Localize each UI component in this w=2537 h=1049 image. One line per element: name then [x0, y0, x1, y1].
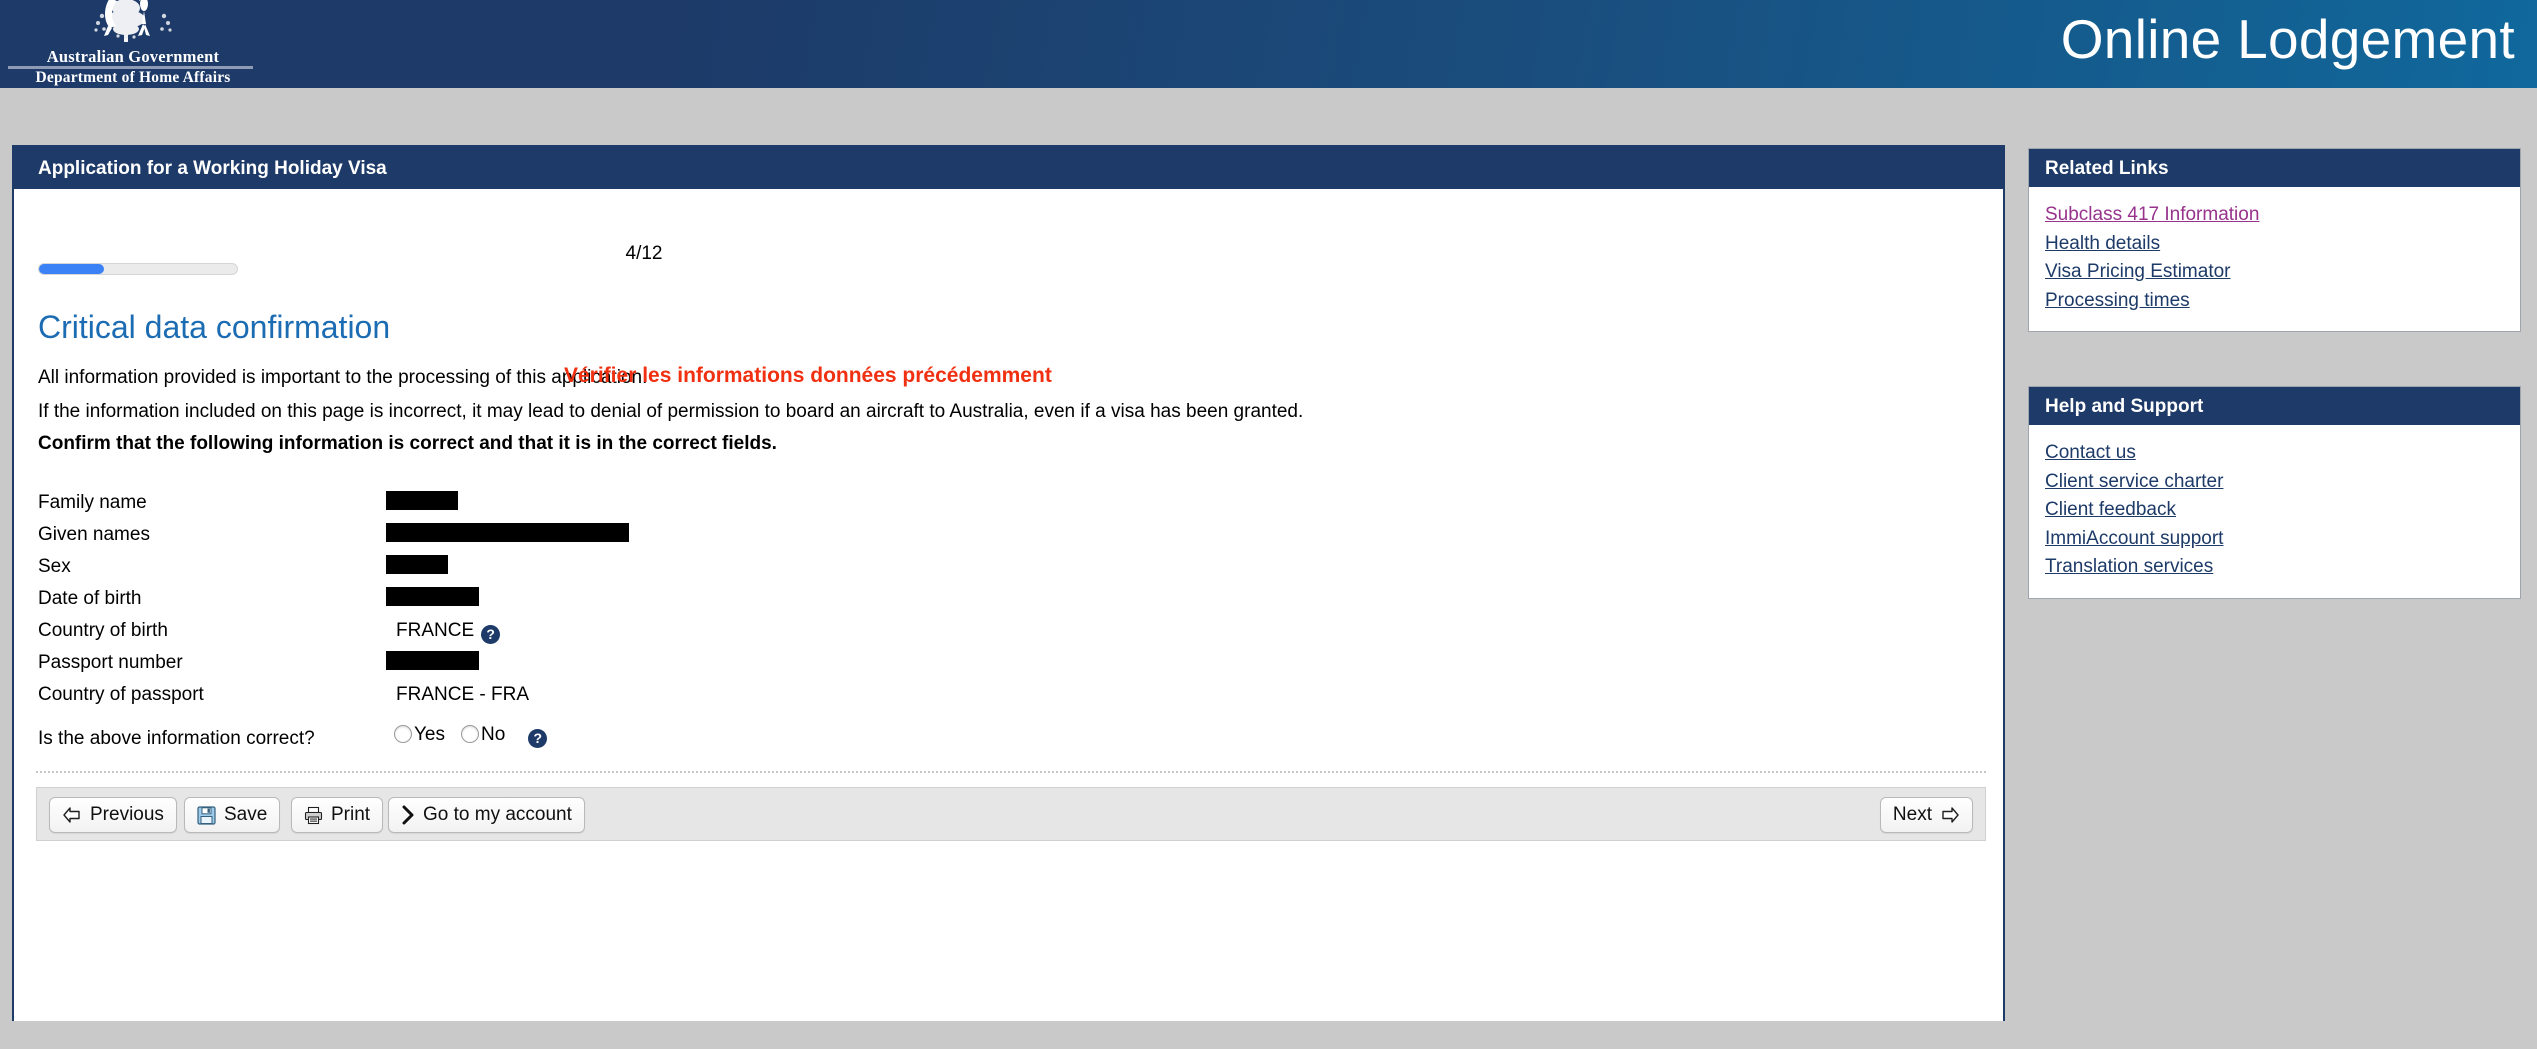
australian-government-crest: Australian Government Department of Home…: [0, 0, 265, 88]
field-label: Passport number: [38, 652, 183, 673]
sidebar-link-client-service-charter[interactable]: Client service charter: [2045, 468, 2223, 497]
field-label: Date of birth: [38, 588, 142, 609]
field-label: Sex: [38, 556, 71, 577]
online-lodgement-title: Online Lodgement: [2060, 8, 2515, 70]
help-icon-confirm-question[interactable]: ?: [528, 729, 548, 748]
progress-bar: [38, 263, 238, 275]
field-value: FRANCE - FRA: [396, 684, 529, 706]
redacted-value-bar: [386, 651, 479, 670]
progress-bar-fill: [39, 264, 105, 274]
print-button-label: Print: [331, 804, 371, 825]
warning-text: If the information included on this page…: [38, 401, 1304, 422]
field-label: Country of passport: [38, 684, 204, 705]
sidebar-link-immiaccount-support[interactable]: ImmiAccount support: [2045, 525, 2223, 554]
panel-title-bar: Application for a Working Holiday Visa: [14, 147, 2003, 189]
form-toolbar: Previous Save Print Go to my account Nex…: [36, 787, 1986, 841]
page-counter: 4/12: [625, 243, 663, 264]
save-button-label: Save: [224, 804, 268, 825]
crest-line-department: Department of Home Affairs: [35, 69, 231, 86]
radio-no-label: No: [481, 724, 506, 745]
help-and-support-title: Help and Support: [2045, 396, 2204, 417]
previous-button[interactable]: Previous: [49, 797, 177, 833]
field-value: FRANCE?: [396, 620, 501, 644]
related-links-header: Related Links: [2029, 149, 2520, 187]
intro-text: All information provided is important to…: [38, 367, 648, 388]
sidebar-link-subclass-417-information[interactable]: Subclass 417 Information: [2045, 201, 2259, 230]
field-label: Given names: [38, 524, 150, 545]
sidebar-link-translation-services[interactable]: Translation services: [2045, 553, 2213, 582]
sidebar-link-processing-times[interactable]: Processing times: [2045, 287, 2190, 316]
field-row: Passport number: [14, 649, 2003, 681]
panel-title: Application for a Working Holiday Visa: [38, 158, 387, 179]
redacted-value-bar: [386, 555, 448, 574]
sidebar-link-visa-pricing-estimator[interactable]: Visa Pricing Estimator: [2045, 258, 2231, 287]
confirm-radio-group[interactable]: Yes No?: [394, 724, 548, 748]
print-button[interactable]: Print: [291, 797, 384, 833]
application-panel: Application for a Working Holiday Visa 4…: [12, 145, 2005, 1021]
field-row: Sex: [14, 553, 2003, 585]
field-row: Country of passport FRANCE - FRA: [14, 681, 2003, 713]
next-button[interactable]: Next: [1879, 797, 1973, 833]
field-row: Country of birth FRANCE?: [14, 617, 2003, 649]
help-icon-country-of-birth[interactable]: ?: [481, 625, 501, 644]
redacted-value-bar: [386, 587, 479, 606]
related-links-list: Subclass 417 Information Health details Vi…: [2029, 187, 2520, 331]
help-and-support-header: Help and Support: [2029, 387, 2520, 425]
page-heading: Critical data confirmation: [38, 309, 391, 345]
field-value-text: FRANCE: [396, 620, 475, 641]
panel-body: 4/12 Critical data confirmation All info…: [14, 189, 2003, 1021]
floppy-disk-icon: [197, 805, 216, 825]
confirm-question-row: Is the above information correct? Yes No?: [14, 724, 2003, 764]
go-to-my-account-button[interactable]: Go to my account: [388, 797, 585, 833]
sidebar-link-contact-us[interactable]: Contact us: [2045, 439, 2136, 468]
related-links-title: Related Links: [2045, 158, 2169, 179]
radio-no[interactable]: [461, 725, 479, 743]
arrow-left-icon: [62, 806, 82, 824]
radio-yes[interactable]: [394, 725, 412, 743]
related-links-card: Related Links Subclass 417 Information He…: [2028, 148, 2521, 332]
chevron-right-icon: [401, 805, 415, 825]
confirm-instruction: Confirm that the following information i…: [38, 433, 777, 454]
french-annotation: Vérifier les informations données précéd…: [564, 364, 1052, 387]
field-row: Family name: [14, 489, 2003, 521]
field-value-text: FRANCE - FRA: [396, 684, 529, 705]
section-divider: [36, 771, 1986, 773]
redacted-value-bar: [386, 491, 458, 510]
site-header: Australian Government Department of Home…: [0, 0, 2537, 88]
go-to-my-account-label: Go to my account: [423, 804, 572, 825]
arrow-right-icon: [1940, 806, 1960, 824]
confirm-question-label: Is the above information correct?: [38, 728, 315, 749]
save-button[interactable]: Save: [184, 797, 281, 833]
field-row: Date of birth: [14, 585, 2003, 617]
field-row: Given names: [14, 521, 2003, 553]
field-label: Family name: [38, 492, 147, 513]
help-and-support-card: Help and Support Contact us Client servic…: [2028, 386, 2521, 599]
sidebar-link-client-feedback[interactable]: Client feedback: [2045, 496, 2176, 525]
next-button-label: Next: [1892, 804, 1932, 825]
field-label: Country of birth: [38, 620, 168, 641]
critical-data-field-list: Family name Given names Sex Date of birth Co…: [14, 489, 2003, 713]
redacted-value-bar: [386, 523, 629, 542]
commonwealth-coat-of-arms-icon: [94, 0, 172, 42]
help-and-support-list: Contact us Client service charter Client f…: [2029, 425, 2520, 598]
crest-line-australian-government: Australian Government: [46, 47, 220, 66]
sidebar-link-health-details[interactable]: Health details: [2045, 230, 2160, 259]
printer-icon: [304, 806, 323, 825]
radio-yes-label: Yes: [414, 724, 445, 745]
previous-button-label: Previous: [90, 804, 164, 825]
